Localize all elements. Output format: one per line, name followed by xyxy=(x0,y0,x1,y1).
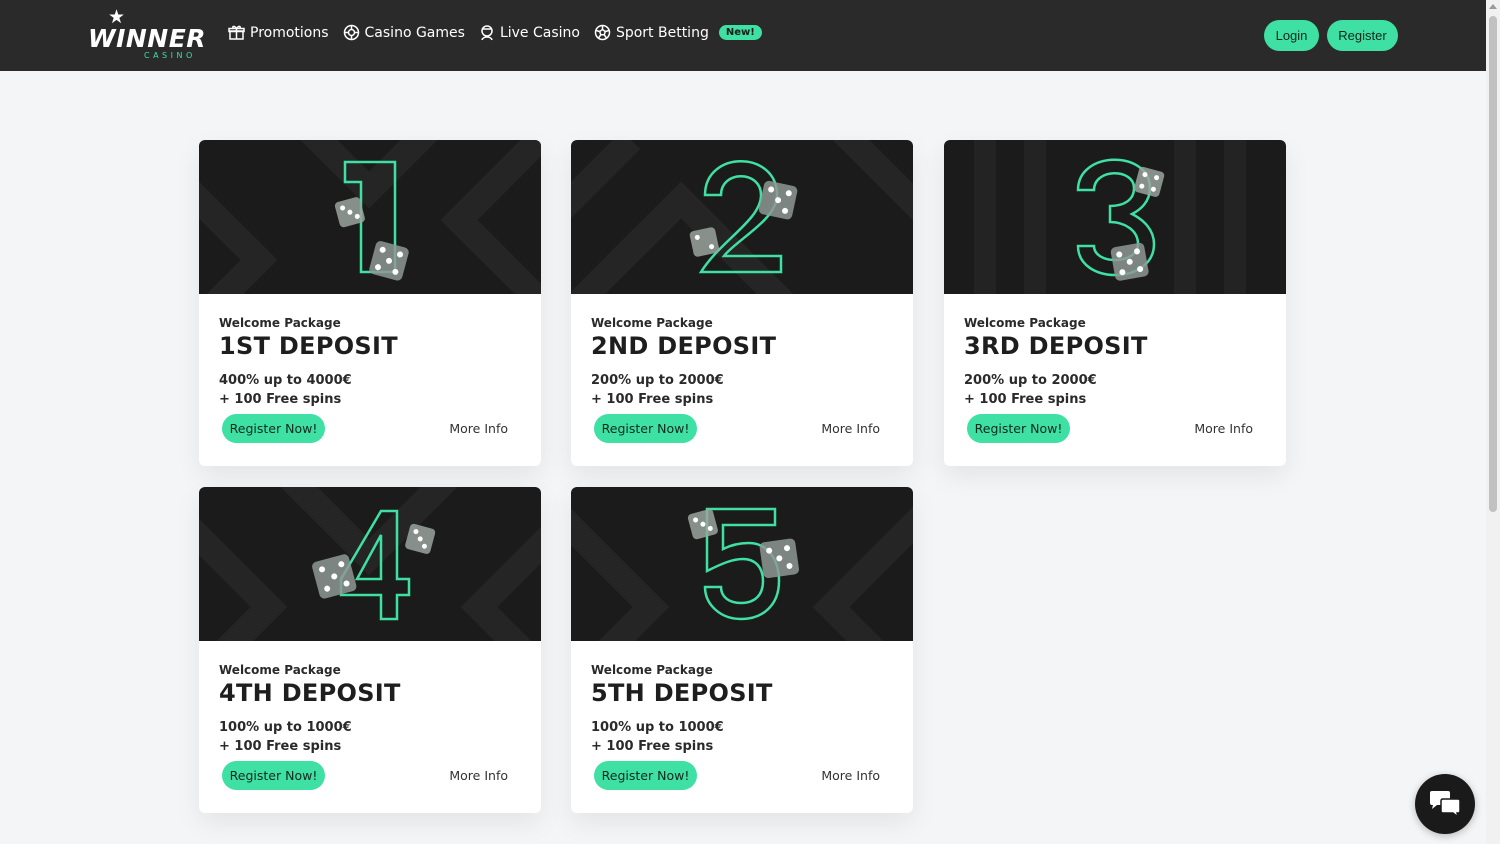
card-bonus: 200% up to 2000€ xyxy=(964,373,1097,388)
card-free-spins: + 100 Free spins xyxy=(219,392,342,407)
nav-casino-games[interactable]: Casino Games xyxy=(343,24,465,41)
register-button[interactable]: Register xyxy=(1327,20,1398,51)
register-now-button[interactable]: Register Now! xyxy=(594,414,697,443)
deposit-card-2: Welcome Package 2ND DEPOSIT 200% up to 2… xyxy=(571,140,913,466)
winner-casino-logo[interactable]: ★ WINNER CASINO xyxy=(86,8,207,62)
register-now-button[interactable]: Register Now! xyxy=(967,414,1070,443)
more-info-link[interactable]: More Info xyxy=(821,768,880,783)
gift-icon xyxy=(228,25,245,40)
more-info-link[interactable]: More Info xyxy=(449,421,508,436)
logo-subtitle: CASINO xyxy=(144,51,196,60)
card-hero-image xyxy=(571,140,913,294)
login-button[interactable]: Login xyxy=(1264,20,1319,51)
card-title: 4TH DEPOSIT xyxy=(219,679,401,707)
dealer-icon xyxy=(481,25,493,41)
chat-bubbles-icon xyxy=(1430,791,1461,818)
register-now-button[interactable]: Register Now! xyxy=(594,761,697,790)
card-bonus: 200% up to 2000€ xyxy=(591,373,724,388)
deposit-card-4: Welcome Package 4TH DEPOSIT 100% up to 1… xyxy=(199,487,541,813)
more-info-link[interactable]: More Info xyxy=(1194,421,1253,436)
card-bonus: 100% up to 1000€ xyxy=(591,720,724,735)
card-free-spins: + 100 Free spins xyxy=(219,739,342,754)
soccer-ball-icon xyxy=(594,24,611,41)
card-title: 1ST DEPOSIT xyxy=(219,332,398,360)
card-hero-image xyxy=(199,487,541,641)
chat-button[interactable] xyxy=(1415,774,1475,834)
more-info-link[interactable]: More Info xyxy=(821,421,880,436)
card-hero-image xyxy=(944,140,1286,294)
card-subtitle: Welcome Package xyxy=(964,316,1086,330)
more-info-link[interactable]: More Info xyxy=(449,768,508,783)
new-badge: New! xyxy=(718,25,762,40)
nav-live-casino-label: Live Casino xyxy=(499,24,580,41)
nav-sport-betting[interactable]: Sport Betting New! xyxy=(594,24,762,41)
card-free-spins: + 100 Free spins xyxy=(591,739,714,754)
register-now-button[interactable]: Register Now! xyxy=(222,761,325,790)
logo-wordmark: WINNER xyxy=(88,24,207,53)
card-title: 3RD DEPOSIT xyxy=(964,332,1148,360)
scroll-up-arrow-icon[interactable] xyxy=(1489,4,1497,9)
top-header: ★ WINNER CASINO Promotions Casino Games … xyxy=(0,0,1486,71)
deposit-card-3: Welcome Package 3RD DEPOSIT 200% up to 2… xyxy=(944,140,1286,466)
card-hero-image xyxy=(571,487,913,641)
card-subtitle: Welcome Package xyxy=(591,316,713,330)
card-free-spins: + 100 Free spins xyxy=(591,392,714,407)
card-hero-image xyxy=(199,140,541,294)
card-bonus: 100% up to 1000€ xyxy=(219,720,352,735)
card-title: 2ND DEPOSIT xyxy=(591,332,777,360)
nav-live-casino[interactable]: Live Casino xyxy=(479,24,580,41)
nav-casino-games-label: Casino Games xyxy=(364,24,465,41)
card-subtitle: Welcome Package xyxy=(219,663,341,677)
main-nav: Promotions Casino Games Live Casino Spor… xyxy=(228,24,776,41)
scrollbar-thumb[interactable] xyxy=(1489,16,1497,512)
chip-icon xyxy=(343,24,359,41)
card-subtitle: Welcome Package xyxy=(219,316,341,330)
card-bonus: 400% up to 4000€ xyxy=(219,373,352,388)
card-title: 5TH DEPOSIT xyxy=(591,679,773,707)
register-now-button[interactable]: Register Now! xyxy=(222,414,325,443)
deposit-card-5: Welcome Package 5TH DEPOSIT 100% up to 1… xyxy=(571,487,913,813)
card-subtitle: Welcome Package xyxy=(591,663,713,677)
card-free-spins: + 100 Free spins xyxy=(964,392,1087,407)
nav-promotions[interactable]: Promotions xyxy=(228,24,329,41)
nav-promotions-label: Promotions xyxy=(250,24,329,41)
deposit-card-1: Welcome Package 1ST DEPOSIT 400% up to 4… xyxy=(199,140,541,466)
nav-sport-betting-label: Sport Betting xyxy=(615,24,709,41)
